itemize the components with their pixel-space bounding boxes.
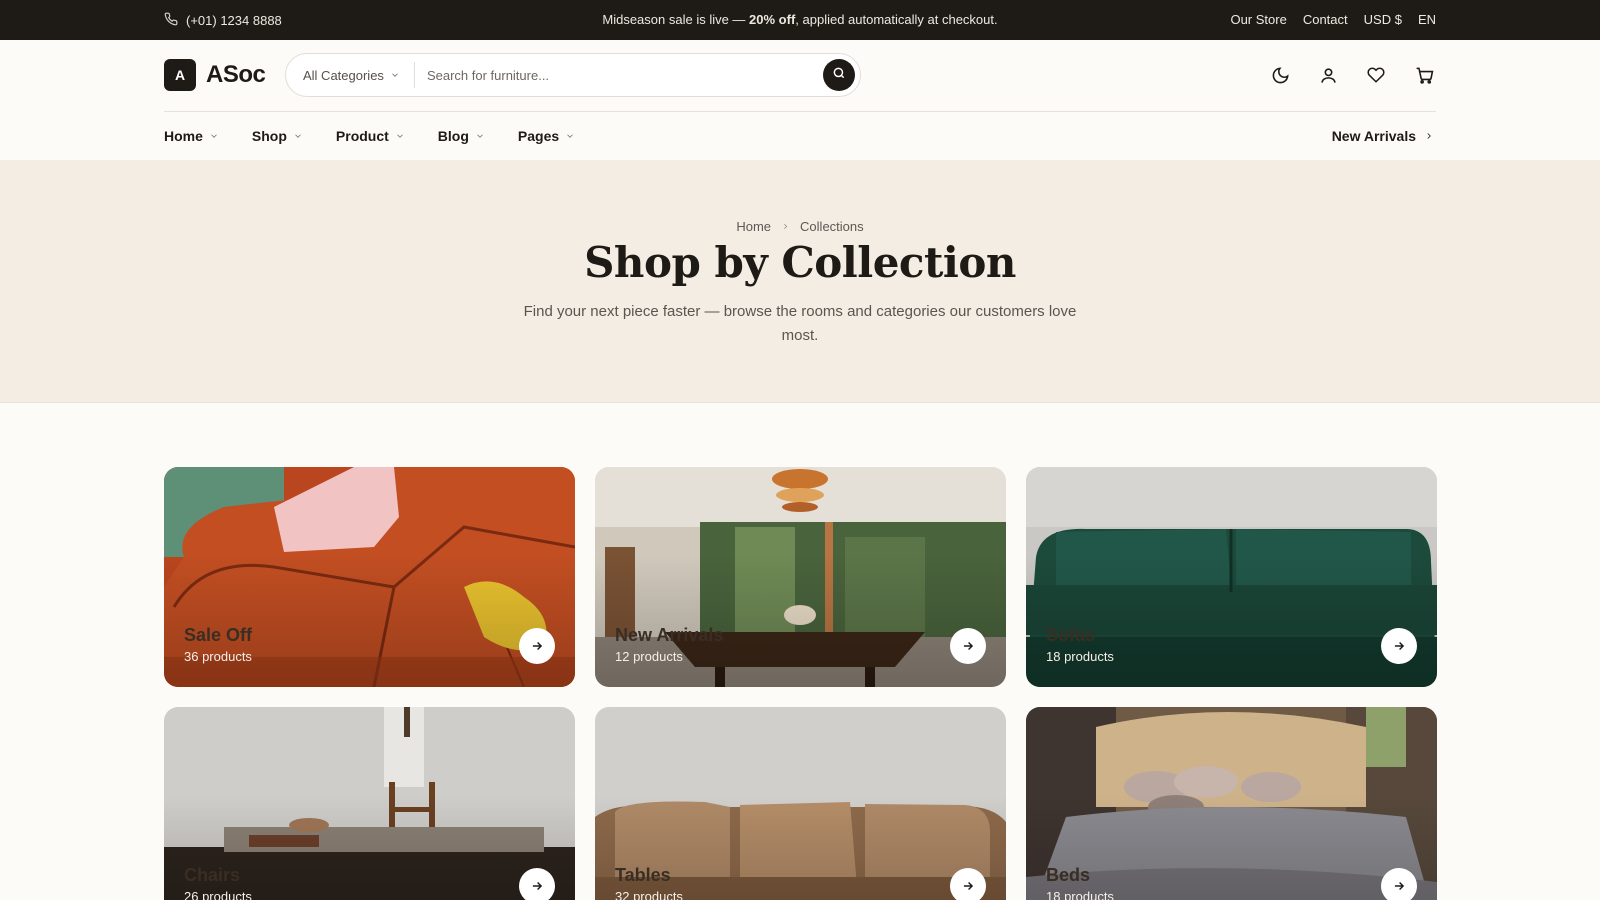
page-subtitle: Find your next piece faster — browse the… [523,303,1077,344]
header-actions [1270,65,1434,85]
search-icon [832,66,846,85]
header-divider [164,111,1436,112]
nav-item-pages[interactable]: Pages [518,128,575,144]
brand-name: ASoc [206,61,266,88]
chevron-down-icon [209,128,219,144]
collection-count: 32 products [615,889,683,900]
collection-title: Beds [1046,865,1091,885]
new-arrivals-link[interactable]: New Arrivals [1332,128,1434,144]
breadcrumb: Home Collections [0,219,1600,234]
collection-card-sale-off[interactable]: Sale Off 36 products [164,467,575,687]
chevron-down-icon [475,128,485,144]
nav-item-product[interactable]: Product [336,128,405,144]
collection-count: 26 products [184,889,252,900]
collection-card-new-arrivals[interactable]: New Arrivals 12 products [595,467,1006,687]
moon-icon[interactable] [1270,65,1290,85]
currency-selector[interactable]: USD $ [1364,12,1402,27]
cart-icon[interactable] [1414,65,1434,85]
collection-title: New Arrivals [615,625,724,645]
category-select[interactable]: All Categories [286,62,415,88]
logo-mark: A [164,59,196,91]
arrow-right-icon[interactable] [1381,868,1417,900]
promo-discount: 20% off [749,12,796,27]
chevron-down-icon [390,68,400,83]
page-title: Shop by Collection [584,238,1016,287]
chevron-down-icon [395,128,405,144]
our-store-link[interactable]: Our Store [1230,12,1286,27]
arrow-right-icon[interactable] [519,628,555,664]
arrow-right-icon[interactable] [519,868,555,900]
chevron-right-icon [1424,128,1434,144]
search-input[interactable] [414,54,823,96]
collection-title: Sale Off [184,625,253,645]
arrow-right-icon[interactable] [1381,628,1417,664]
collection-count: 12 products [615,649,683,664]
arrow-right-icon[interactable] [950,868,986,900]
collection-card-sofas[interactable]: Sofas 18 products [1026,467,1437,687]
collection-count: 18 products [1046,889,1114,900]
collection-card-beds[interactable]: Beds 18 products [1026,707,1437,900]
nav-item-blog[interactable]: Blog [438,128,485,144]
breadcrumb-current: Collections [800,219,864,234]
user-icon[interactable] [1318,65,1338,85]
collection-title: Chairs [184,865,241,885]
page-hero: Home Collections Shop by Collection Find… [0,160,1600,403]
collection-count: 36 products [184,649,252,664]
collection-count: 18 products [1046,649,1114,664]
language-selector[interactable]: EN [1418,12,1436,27]
collection-card-chairs[interactable]: Chairs 26 products [164,707,575,900]
main-nav: Home Shop Product Blog Pages [164,128,608,144]
chevron-right-icon [781,219,790,234]
topbar-links: Our Store Contact USD $ EN [1230,12,1436,27]
chevron-down-icon [565,128,575,144]
chevron-down-icon [293,128,303,144]
search-button[interactable] [823,59,855,91]
collection-title: Sofas [1046,625,1096,645]
nav-item-home[interactable]: Home [164,128,219,144]
brand-logo[interactable]: A ASoc [164,59,266,91]
site-header: A ASoc All Categories Search for furnitu… [0,40,1600,160]
heart-icon[interactable] [1366,65,1386,85]
contact-link[interactable]: Contact [1303,12,1348,27]
nav-item-shop[interactable]: Shop [252,128,303,144]
collection-card-tables[interactable]: Tables 32 products [595,707,1006,900]
breadcrumb-home[interactable]: Home [736,219,771,234]
collection-title: Tables [615,865,671,885]
announcement-bar: (+01) 1234 8888 Midseason sale is live —… [0,0,1600,40]
collections-grid: Sale Off 36 products New Arrivals 12 pro… [164,467,1437,900]
search-bar: All Categories [285,53,861,97]
arrow-right-icon[interactable] [950,628,986,664]
